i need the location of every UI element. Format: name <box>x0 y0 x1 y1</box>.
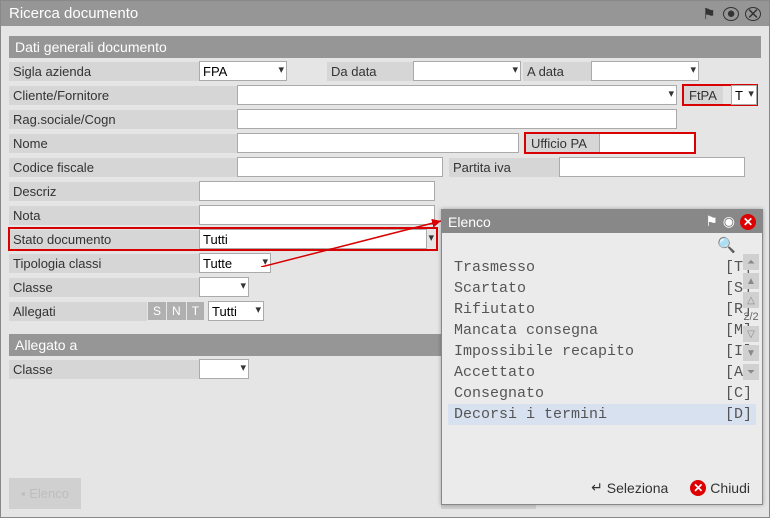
label-partita-iva: Partita iva <box>449 158 559 177</box>
list-item[interactable]: Accettato[A] <box>448 362 756 383</box>
label-stato-documento: Stato documento <box>9 230 199 249</box>
chiudi-button[interactable]: ✕Chiudi <box>684 476 756 500</box>
page-indicator: 2/2 <box>743 311 758 323</box>
list-item[interactable]: Rifiutato[R] <box>448 299 756 320</box>
label-classe: Classe <box>9 278 199 297</box>
list-item[interactable]: Scartato[S] <box>448 278 756 299</box>
allegati-select[interactable] <box>208 301 264 321</box>
nota-input[interactable] <box>199 205 435 225</box>
section-general: Dati generali documento <box>9 36 761 58</box>
popup-title-text: Elenco <box>448 214 491 230</box>
label-rag-sociale: Rag.sociale/Cogn <box>9 110 237 129</box>
search-icon[interactable]: 🔍 <box>717 237 736 254</box>
label-nota: Nota <box>9 206 199 225</box>
scroll-down2-icon[interactable]: ▽ <box>743 326 759 342</box>
popup-search-row: 🔍 <box>442 233 762 257</box>
partita-iva-input[interactable] <box>559 157 745 177</box>
scroll-bottom-icon[interactable]: ⏷ <box>743 364 759 380</box>
tag-s[interactable]: S <box>148 302 166 320</box>
stato-documento-select[interactable] <box>199 229 427 249</box>
label-allegati: Allegati <box>9 302 147 321</box>
tag-n[interactable]: N <box>167 302 186 320</box>
ufficio-pa-group: Ufficio PA <box>525 133 695 153</box>
ftpa-group: FtPA <box>683 85 757 105</box>
label-tipologia-classi: Tipologia classi <box>9 254 199 273</box>
popup-titlebar: Elenco ⚑ ◉ ✕ <box>442 210 762 233</box>
list-item[interactable]: Consegnato[C] <box>448 383 756 404</box>
label-cliente-fornitore: Cliente/Fornitore <box>9 86 237 105</box>
a-data-input[interactable] <box>591 61 699 81</box>
label-sigla-azienda: Sigla azienda <box>9 62 199 81</box>
nome-input[interactable] <box>237 133 519 153</box>
cliente-fornitore-input[interactable] <box>237 85 677 105</box>
label-a-data: A data <box>523 62 591 81</box>
titlebar: Ricerca documento ⚑ ● ✕ <box>1 1 769 26</box>
descriz-input[interactable] <box>199 181 435 201</box>
popup-list: Trasmesso[T] Scartato[S] Rifiutato[R] Ma… <box>442 257 762 425</box>
popup-footer: ↵Seleziona ✕Chiudi <box>585 475 756 500</box>
window-title: Ricerca documento <box>9 5 138 22</box>
da-data-input[interactable] <box>413 61 521 81</box>
scroll-up2-icon[interactable]: △ <box>743 292 759 308</box>
list-item[interactable]: Impossibile recapito[I] <box>448 341 756 362</box>
pin-icon[interactable]: ⚑ <box>701 7 717 21</box>
popup-scrollbar: ⏶ ▲ △ 2/2 ▽ ▼ ⏷ <box>742 254 760 380</box>
close-x-icon: ✕ <box>690 480 706 496</box>
codice-fiscale-input[interactable] <box>237 157 443 177</box>
classe-2-select[interactable] <box>199 359 249 379</box>
list-item[interactable]: Mancata consegna[M] <box>448 320 756 341</box>
popup-pin-icon[interactable]: ⚑ <box>705 213 718 230</box>
popup-close-icon[interactable]: ✕ <box>740 214 756 230</box>
label-classe-2: Classe <box>9 360 199 379</box>
label-nome: Nome <box>9 134 237 153</box>
label-descriz: Descriz <box>9 182 199 201</box>
elenco-popup: Elenco ⚑ ◉ ✕ 🔍 Trasmesso[T] Scartato[S] … <box>441 209 763 505</box>
popup-dot-icon[interactable]: ◉ <box>723 213 735 230</box>
label-ufficio-pa: Ufficio PA <box>525 134 599 153</box>
scroll-top-icon[interactable]: ⏶ <box>743 254 759 270</box>
label-ftpa: FtPA <box>683 86 723 105</box>
dot-icon[interactable]: ● <box>723 7 739 21</box>
enter-icon: ↵ <box>591 479 603 496</box>
ftpa-select[interactable] <box>731 85 757 105</box>
label-da-data: Da data <box>327 62 413 81</box>
scroll-down-icon[interactable]: ▼ <box>743 345 759 361</box>
sigla-azienda-input[interactable] <box>199 61 287 81</box>
tipologia-classi-select[interactable] <box>199 253 271 273</box>
ufficio-pa-input[interactable] <box>599 133 695 153</box>
tag-t[interactable]: T <box>187 302 204 320</box>
label-codice-fiscale: Codice fiscale <box>9 158 237 177</box>
scroll-up-icon[interactable]: ▲ <box>743 273 759 289</box>
seleziona-button[interactable]: ↵Seleziona <box>585 475 674 500</box>
rag-sociale-input[interactable] <box>237 109 677 129</box>
close-icon[interactable]: ✕ <box>745 7 761 21</box>
elenco-button[interactable]: ▪ Elenco <box>9 478 81 509</box>
list-item-selected[interactable]: Decorsi i termini[D] <box>448 404 756 425</box>
list-item[interactable]: Trasmesso[T] <box>448 257 756 278</box>
search-window: Ricerca documento ⚑ ● ✕ Dati generali do… <box>0 0 770 518</box>
classe-select[interactable] <box>199 277 249 297</box>
